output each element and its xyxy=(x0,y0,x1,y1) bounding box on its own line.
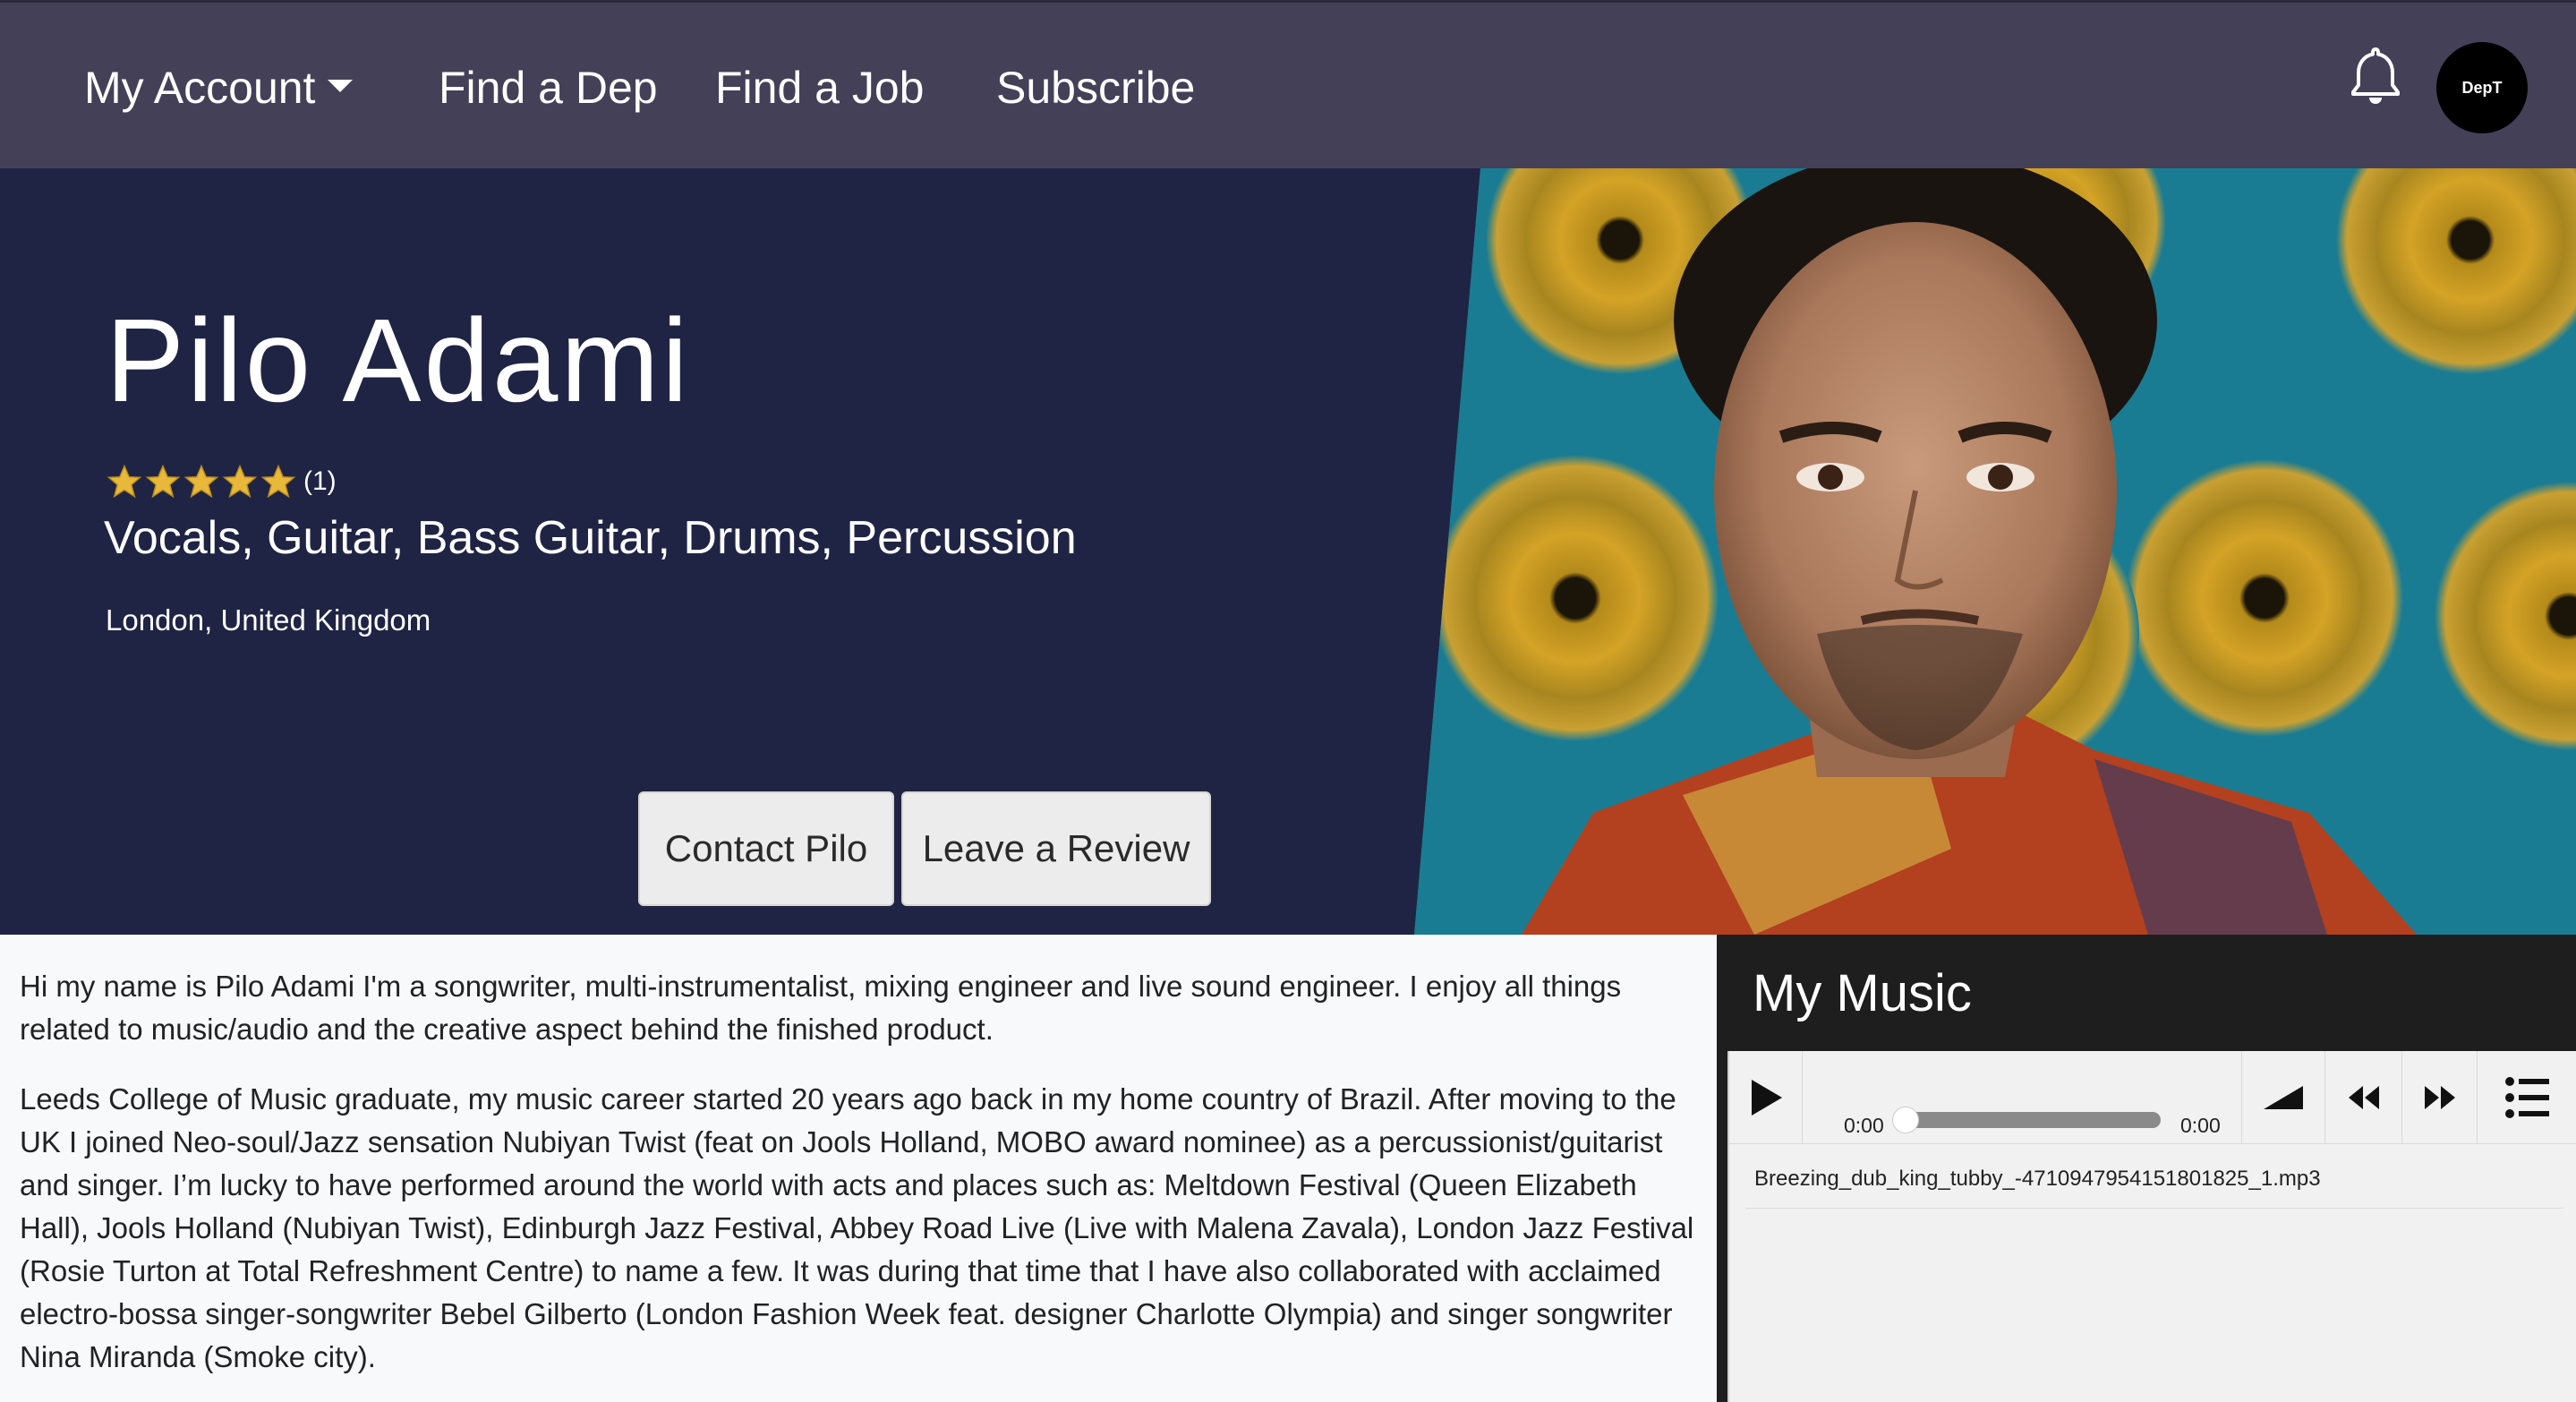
bell-icon[interactable] xyxy=(2341,42,2410,110)
bio-paragraph: Leeds College of Music graduate, my musi… xyxy=(20,1082,1694,1373)
seek-handle[interactable] xyxy=(1892,1107,1919,1133)
caret-down-icon xyxy=(328,79,354,92)
find-a-job-link[interactable]: Find a Job xyxy=(715,56,924,119)
volume-icon xyxy=(2264,1086,2303,1109)
my-account-label: My Account xyxy=(84,63,316,113)
duration-time: 0:00 xyxy=(2180,1114,2221,1137)
next-track-button[interactable] xyxy=(2402,1051,2478,1144)
fast-forward-icon xyxy=(2424,1086,2455,1109)
my-music-panel: My Music 0:00 0:00 Breezing_dub_king_tub… xyxy=(1717,935,2576,1402)
current-time: 0:00 xyxy=(1844,1114,1884,1137)
user-avatar[interactable]: DepT xyxy=(2436,42,2528,133)
star-icon xyxy=(183,464,219,499)
star-icon xyxy=(145,464,181,499)
subscribe-link[interactable]: Subscribe xyxy=(996,56,1195,119)
list-icon xyxy=(2505,1077,2549,1118)
playlist-item[interactable]: Breezing_dub_king_tubby_-471094795415180… xyxy=(1745,1158,2563,1209)
rewind-icon xyxy=(2348,1086,2379,1109)
top-nav: My Account Find a Dep Find a Job Subscri… xyxy=(0,0,2576,168)
star-icon xyxy=(260,464,296,499)
profile-location: London, United Kingdom xyxy=(106,603,431,637)
play-button[interactable] xyxy=(1729,1051,1803,1144)
rating-count: (1) xyxy=(303,466,337,496)
profile-bio: Hi my name is Pilo Adami I'm a songwrite… xyxy=(0,935,1717,1402)
leave-review-button[interactable]: Leave a Review xyxy=(901,791,1211,906)
profile-instruments: Vocals, Guitar, Bass Guitar, Drums, Perc… xyxy=(104,512,1077,564)
play-icon xyxy=(1751,1080,1782,1116)
avatar-text: DepT xyxy=(2461,78,2503,97)
my-account-dropdown[interactable]: My Account xyxy=(84,56,354,119)
playlist-button[interactable] xyxy=(2478,1051,2576,1144)
player-controls: 0:00 0:00 xyxy=(1729,1051,2576,1144)
star-icon xyxy=(107,464,142,499)
star-rating: (1) xyxy=(106,462,337,501)
bio-paragraph: Hi my name is Pilo Adami I'm a songwrite… xyxy=(20,970,1622,1046)
audio-player: 0:00 0:00 Breezing_dub_king_tubby_-47109… xyxy=(1727,1051,2576,1402)
contact-button[interactable]: Contact Pilo xyxy=(638,791,894,906)
profile-hero: Pilo Adami (1) Vocals, Guitar, Bass Guit… xyxy=(0,168,2576,935)
my-music-title: My Music xyxy=(1753,964,1972,1022)
previous-track-button[interactable] xyxy=(2325,1051,2402,1144)
profile-photo xyxy=(1414,168,2576,935)
star-icon xyxy=(222,464,258,499)
profile-name: Pilo Adami xyxy=(106,295,691,426)
seek-bar[interactable] xyxy=(1903,1112,2161,1128)
find-a-dep-link[interactable]: Find a Dep xyxy=(439,56,658,119)
volume-button[interactable] xyxy=(2241,1051,2325,1144)
